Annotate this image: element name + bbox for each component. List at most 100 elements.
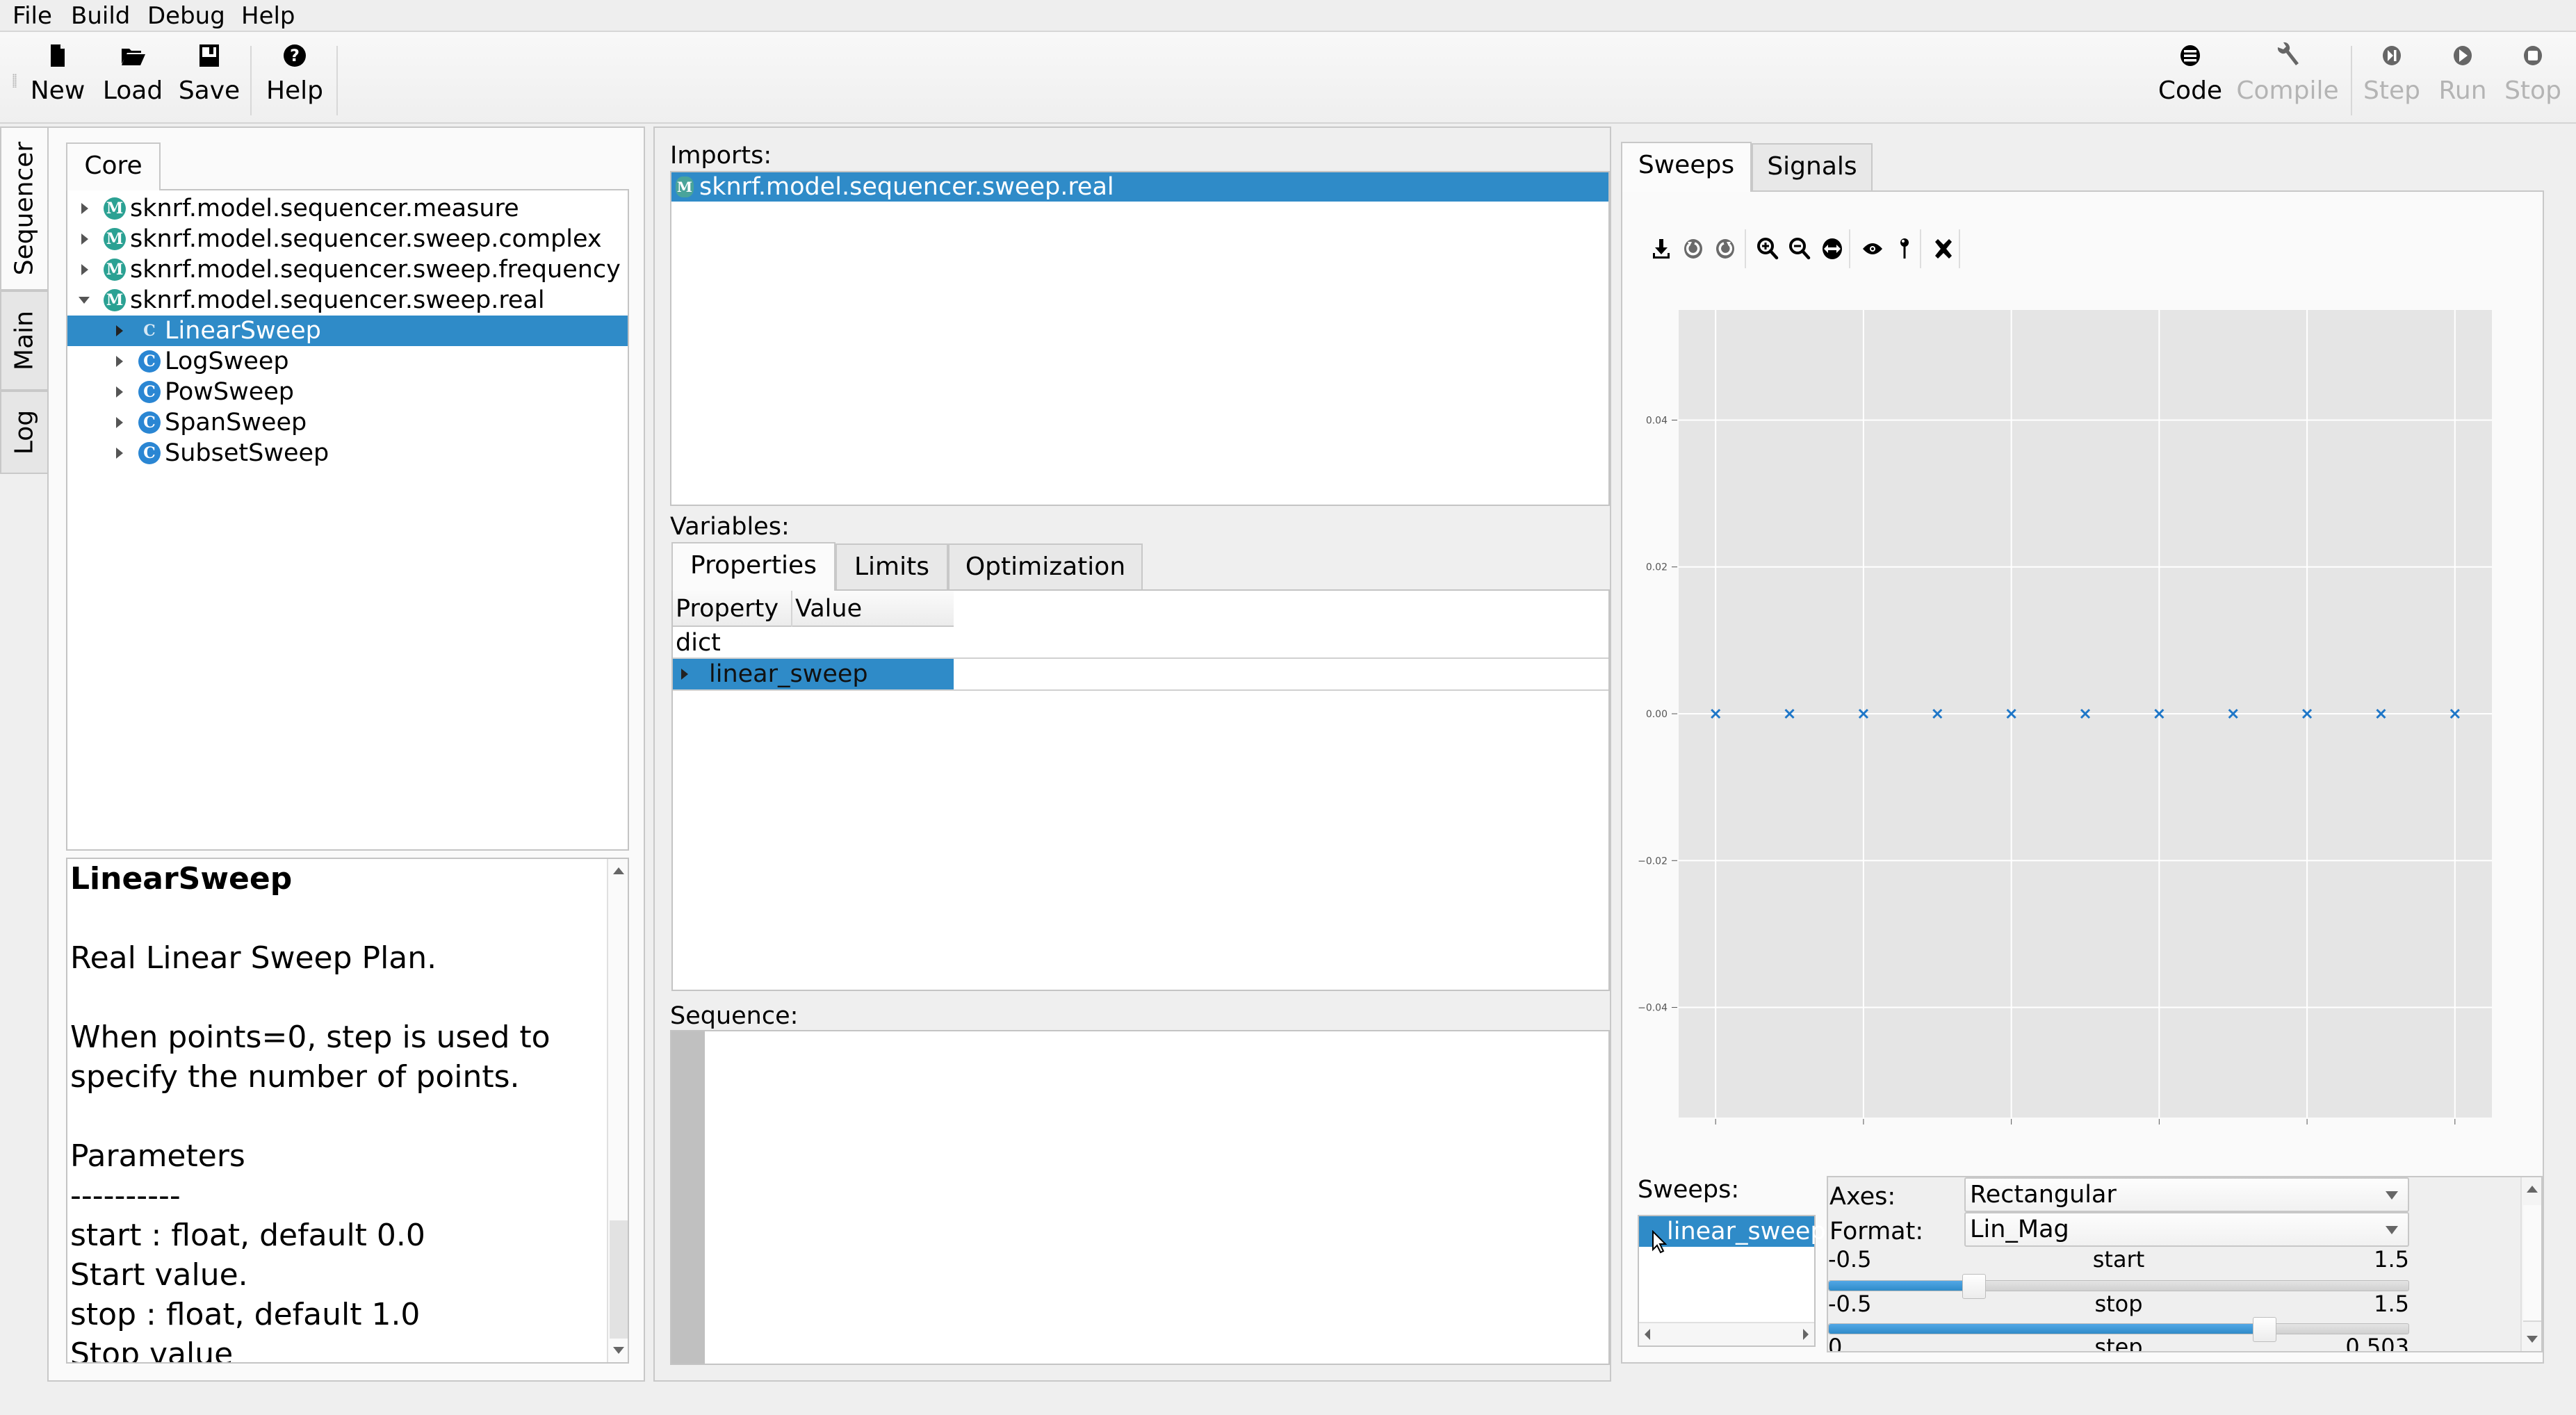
save-icon bbox=[199, 44, 219, 67]
tab-limits[interactable]: Limits bbox=[835, 543, 948, 591]
tree-item-sweep-frequency[interactable]: M sknrf.model.sequencer.sweep.frequency bbox=[67, 254, 628, 285]
expand-arrow-icon[interactable] bbox=[81, 264, 88, 275]
column-divider[interactable] bbox=[791, 591, 792, 627]
stop-icon bbox=[2524, 46, 2542, 65]
view-icon[interactable] bbox=[1860, 236, 1885, 261]
scroll-thumb[interactable] bbox=[610, 1220, 628, 1339]
axes-dropdown[interactable]: Rectangular bbox=[1964, 1177, 2409, 1212]
doc-scrollbar[interactable] bbox=[607, 859, 628, 1362]
step-button[interactable]: Step bbox=[2361, 32, 2423, 122]
doc-line: Stop value bbox=[70, 1336, 234, 1364]
tab-optimization[interactable]: Optimization bbox=[948, 543, 1143, 591]
load-button[interactable]: Load bbox=[101, 32, 164, 122]
tab-sweeps[interactable]: Sweeps bbox=[1621, 142, 1752, 192]
start-slider-labels: -0.5 start 1.5 bbox=[1828, 1246, 2409, 1273]
imports-list[interactable]: M sknrf.model.sequencer.sweep.real bbox=[670, 171, 1610, 506]
zoom-in-icon[interactable] bbox=[1756, 236, 1781, 261]
menu-build[interactable]: Build bbox=[71, 1, 130, 31]
menu-debug[interactable]: Debug bbox=[147, 1, 225, 31]
menu-file[interactable]: File bbox=[13, 1, 52, 31]
menu-help[interactable]: Help bbox=[241, 1, 295, 31]
tree-item-linearsweep[interactable]: C LinearSweep bbox=[67, 316, 628, 346]
stop-slider[interactable] bbox=[1828, 1317, 2409, 1342]
scroll-down-icon[interactable] bbox=[2527, 1336, 2538, 1343]
class-icon: C bbox=[138, 411, 161, 434]
import-item[interactable]: M sknrf.model.sequencer.sweep.real bbox=[671, 172, 1608, 202]
sequence-editor[interactable] bbox=[670, 1030, 1610, 1365]
column-header-value[interactable]: Value bbox=[795, 594, 862, 624]
expand-arrow-icon[interactable] bbox=[81, 203, 88, 214]
expand-arrow-icon[interactable] bbox=[81, 234, 88, 245]
expand-arrow-icon[interactable] bbox=[116, 417, 123, 428]
run-button[interactable]: Run bbox=[2431, 32, 2494, 122]
expand-arrow-icon[interactable] bbox=[116, 356, 123, 367]
compile-button[interactable]: Compile bbox=[2235, 32, 2340, 122]
tab-signals[interactable]: Signals bbox=[1752, 143, 1873, 192]
zoom-out-icon[interactable] bbox=[1788, 236, 1813, 261]
side-tab-log[interactable]: Log bbox=[0, 391, 47, 474]
toolbar-grip[interactable] bbox=[13, 74, 17, 88]
tab-properties[interactable]: Properties bbox=[671, 542, 835, 591]
undo-icon[interactable] bbox=[1681, 236, 1706, 261]
code-button[interactable]: Code bbox=[2153, 32, 2227, 122]
sweep-plot[interactable]: 0.0 0.2 0.4 0.6 0.8 1.0 0.04 0.02 0.00 −0.02 −0.04 bbox=[1630, 299, 2534, 1133]
toolbar-separator bbox=[1920, 229, 1921, 268]
expand-arrow-icon[interactable] bbox=[116, 386, 123, 398]
help-button[interactable]: ? Help bbox=[261, 32, 328, 122]
module-icon: M bbox=[104, 197, 126, 220]
step-slider-labels: 0 step 0.503 bbox=[1828, 1334, 2409, 1352]
documentation-text: LinearSweep Real Linear Sweep Plan. When… bbox=[70, 859, 598, 1364]
module-icon: M bbox=[104, 228, 126, 250]
new-file-icon bbox=[51, 44, 65, 67]
menu-bar: File Build Debug Help bbox=[0, 0, 2576, 32]
sweeps-label: Sweeps: bbox=[1638, 1176, 1740, 1204]
clear-icon[interactable] bbox=[1931, 236, 1956, 261]
expand-arrow-icon[interactable] bbox=[681, 669, 688, 680]
tree-item-sweep-complex[interactable]: M sknrf.model.sequencer.sweep.complex bbox=[67, 224, 628, 254]
expand-arrow-icon[interactable] bbox=[116, 325, 123, 336]
collapse-arrow-icon[interactable] bbox=[79, 297, 90, 304]
scroll-thumb[interactable] bbox=[2523, 1205, 2541, 1322]
module-icon: M bbox=[676, 177, 694, 197]
imports-label: Imports: bbox=[670, 142, 772, 170]
tree-item-powsweep[interactable]: C PowSweep bbox=[67, 377, 628, 407]
new-button[interactable]: New bbox=[28, 32, 88, 122]
format-dropdown[interactable]: Lin_Mag bbox=[1964, 1212, 2409, 1247]
tree-item-spansweep[interactable]: C SpanSweep bbox=[67, 407, 628, 438]
tree-item-measure[interactable]: M sknrf.model.sequencer.measure bbox=[67, 193, 628, 224]
step-icon bbox=[2383, 46, 2401, 65]
class-icon: C bbox=[143, 322, 156, 340]
scroll-down-icon[interactable] bbox=[613, 1347, 624, 1354]
tree-item-sweep-real[interactable]: M sknrf.model.sequencer.sweep.real bbox=[67, 285, 628, 316]
table-row[interactable]: dict bbox=[673, 627, 1608, 659]
marker-pin-icon[interactable] bbox=[1892, 236, 1917, 261]
stop-button[interactable]: Stop bbox=[2500, 32, 2566, 122]
side-tab-main[interactable]: Main bbox=[0, 291, 47, 391]
module-tree[interactable]: M sknrf.model.sequencer.measure M sknrf.… bbox=[66, 189, 629, 851]
scroll-left-icon[interactable] bbox=[1645, 1329, 1650, 1340]
scroll-right-icon[interactable] bbox=[1803, 1329, 1809, 1340]
table-row[interactable]: linear_sweep bbox=[673, 659, 1608, 691]
redo-icon[interactable] bbox=[1713, 236, 1738, 261]
documentation-panel[interactable]: LinearSweep Real Linear Sweep Plan. When… bbox=[66, 858, 629, 1364]
sweeps-list[interactable]: linear_sweep bbox=[1638, 1215, 1826, 1347]
tree-item-subsetsweep[interactable]: C SubsetSweep bbox=[67, 438, 628, 468]
column-header-property[interactable]: Property bbox=[676, 594, 778, 624]
settings-scrollbar[interactable] bbox=[2520, 1177, 2541, 1351]
side-tab-sequencer[interactable]: Sequencer bbox=[0, 126, 47, 291]
start-slider[interactable] bbox=[1828, 1274, 2409, 1299]
tree-item-logsweep[interactable]: C LogSweep bbox=[67, 346, 628, 377]
expand-arrow-icon[interactable] bbox=[116, 448, 123, 459]
save-button[interactable]: Save bbox=[178, 32, 241, 122]
tab-core[interactable]: Core bbox=[66, 142, 161, 190]
properties-table[interactable]: Property Value dict linear_sweep bbox=[671, 589, 1610, 991]
scroll-up-icon[interactable] bbox=[2527, 1186, 2538, 1193]
x-tick-label: 0.8 bbox=[2298, 1132, 2315, 1133]
pan-icon[interactable] bbox=[1820, 236, 1845, 261]
selected-cell[interactable]: linear_sweep bbox=[673, 659, 954, 689]
scroll-up-icon[interactable] bbox=[613, 867, 624, 874]
y-tick-label: 0.04 bbox=[1646, 415, 1668, 426]
sweeps-hscrollbar[interactable] bbox=[1639, 1322, 1814, 1346]
line-number-gutter bbox=[671, 1031, 705, 1364]
save-icon[interactable] bbox=[1649, 236, 1674, 261]
